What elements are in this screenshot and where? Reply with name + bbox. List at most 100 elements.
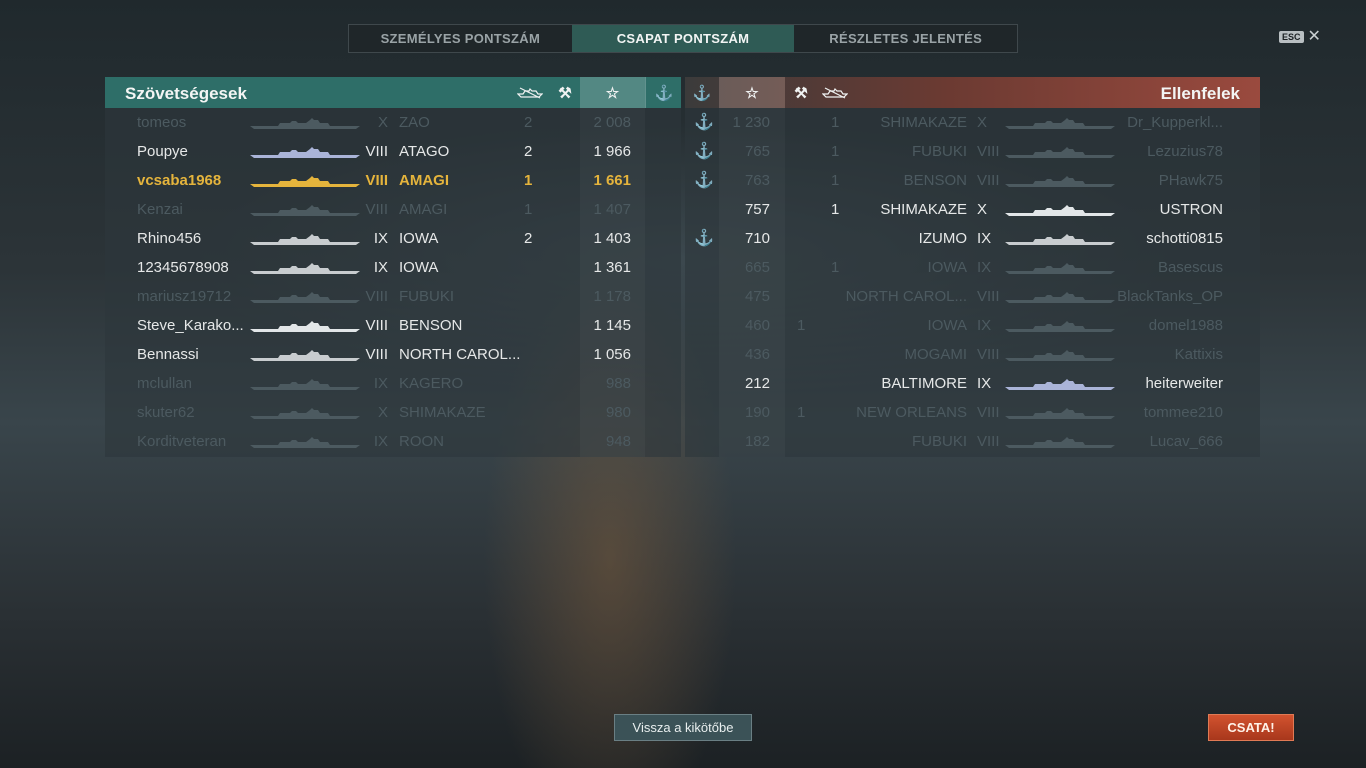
- table-row[interactable]: vcsaba1968 VIII AMAGI 1 1 661: [105, 166, 681, 195]
- table-row[interactable]: ⚓ 763 1 BENSON VIII PHawk75: [685, 166, 1260, 195]
- player-name: 12345678908: [137, 259, 229, 276]
- table-row[interactable]: skuter62 X SHIMAKAZE 980: [105, 398, 681, 427]
- planes-count: 1: [797, 317, 806, 334]
- table-row[interactable]: Poupye VIII ATAGO 2 1 966: [105, 137, 681, 166]
- crossed-tools-icon[interactable]: ⚒: [785, 77, 817, 108]
- anchor-icon[interactable]: ⚓: [645, 77, 682, 108]
- score-value: 1 403: [593, 230, 631, 247]
- table-row[interactable]: 190 1 NEW ORLEANS VIII tommee210: [685, 398, 1260, 427]
- battle-button[interactable]: CSATA!: [1208, 714, 1294, 741]
- ship-tier: IX: [977, 259, 992, 276]
- ship-name: ATAGO: [399, 143, 450, 160]
- anchor-icon[interactable]: ⚓: [685, 77, 719, 108]
- player-name: Basescus: [1157, 259, 1223, 276]
- table-row[interactable]: 182 FUBUKI VIII Lucav_666: [685, 427, 1260, 456]
- ship-tier: IX: [977, 375, 992, 392]
- ship-silhouette-icon: [1000, 175, 1120, 187]
- table-row[interactable]: mariusz19712 VIII FUBUKI 1 178: [105, 282, 681, 311]
- tab-team-score[interactable]: CSAPAT PONTSZÁM: [571, 25, 795, 52]
- back-to-port-button[interactable]: Vissza a kikötőbe: [614, 714, 752, 741]
- star-icon[interactable]: ☆: [580, 77, 645, 108]
- star-icon[interactable]: ☆: [719, 77, 785, 108]
- ship-tier: VIII: [365, 346, 388, 363]
- ship-silhouette-icon: [1000, 146, 1120, 158]
- ship-name: IOWA: [399, 259, 439, 276]
- ship-silhouette-icon: [245, 349, 365, 361]
- ship-tier: IX: [977, 317, 992, 334]
- kills-count: 1: [831, 172, 840, 189]
- anchor-icon: ⚓: [694, 230, 714, 247]
- player-name: vcsaba1968: [137, 172, 222, 189]
- allies-panel: Szövetségesek ⚒ ☆ ⚓ tomeos X ZAO 2 2 008 Poup…: [105, 77, 681, 457]
- player-name: Steve_Karako...: [137, 317, 244, 334]
- player-name: schotti0815: [1146, 230, 1223, 247]
- player-name: domel1988: [1148, 317, 1223, 334]
- ship-name: KAGERO: [399, 375, 464, 392]
- table-row[interactable]: ⚓ 1 230 1 SHIMAKAZE X Dr_Kupperkl...: [685, 108, 1260, 137]
- table-row[interactable]: tomeos X ZAO 2 2 008: [105, 108, 681, 137]
- table-row[interactable]: mclullan IX KAGERO 988: [105, 369, 681, 398]
- score-value: 1 661: [593, 172, 631, 189]
- player-name: Lezuzius78: [1147, 143, 1223, 160]
- ship-silhouette-icon: [245, 378, 365, 390]
- table-row[interactable]: 12345678908 IX IOWA 1 361: [105, 253, 681, 282]
- score-value: 765: [744, 143, 770, 160]
- score-value: 460: [744, 317, 770, 334]
- ship-silhouette-icon: [1000, 291, 1120, 303]
- enemies-panel: ⚓ ☆ ⚒ Ellenfelek ⚓ 1 230 1 SHIMAKAZE X Dr_Kup…: [685, 77, 1260, 457]
- ship-tier: VIII: [977, 172, 1000, 189]
- table-row[interactable]: 665 1 IOWA IX Basescus: [685, 253, 1260, 282]
- player-name: USTRON: [1159, 201, 1223, 218]
- table-row[interactable]: Steve_Karako... VIII BENSON 1 145: [105, 311, 681, 340]
- table-row[interactable]: 436 MOGAMI VIII Kattixis: [685, 340, 1260, 369]
- ship-tier: VIII: [365, 201, 388, 218]
- table-row[interactable]: 212 BALTIMORE IX heiterweiter: [685, 369, 1260, 398]
- player-name: Rhino456: [137, 230, 202, 247]
- score-value: 182: [744, 433, 770, 450]
- score-value: 1 230: [732, 114, 770, 131]
- player-name: Korditveteran: [137, 433, 227, 450]
- ship-name: BALTIMORE: [881, 375, 967, 392]
- table-row[interactable]: Korditveteran IX ROON 948: [105, 427, 681, 456]
- kills-count: 1: [831, 201, 840, 218]
- tab-detailed-report[interactable]: RÉSZLETES JELENTÉS: [794, 25, 1017, 52]
- score-value: 436: [744, 346, 770, 363]
- ship-tier: IX: [373, 259, 388, 276]
- player-name: Dr_Kupperkl...: [1127, 114, 1223, 131]
- table-row[interactable]: 757 1 SHIMAKAZE X USTRON: [685, 195, 1260, 224]
- table-row[interactable]: 460 1 IOWA IX domel1988: [685, 311, 1260, 340]
- ship-silhouette-icon: [1000, 117, 1120, 129]
- ship-destroyed-icon[interactable]: [510, 77, 550, 108]
- close-button[interactable]: ESC ✕: [1279, 29, 1321, 45]
- table-row[interactable]: Rhino456 IX IOWA 2 1 403: [105, 224, 681, 253]
- table-row[interactable]: ⚓ 710 IZUMO IX schotti0815: [685, 224, 1260, 253]
- score-value: 2 008: [593, 114, 631, 131]
- ship-silhouette-icon: [245, 146, 365, 158]
- ship-silhouette-icon: [1000, 407, 1120, 419]
- score-value: 757: [744, 201, 770, 218]
- kills-count: 1: [831, 259, 840, 276]
- score-tabs: SZEMÉLYES PONTSZÁM CSAPAT PONTSZÁM RÉSZL…: [348, 24, 1018, 53]
- crossed-tools-icon[interactable]: ⚒: [550, 77, 580, 108]
- table-row[interactable]: ⚓ 765 1 FUBUKI VIII Lezuzius78: [685, 137, 1260, 166]
- kills-count: 1: [831, 143, 840, 160]
- ship-name: AMAGI: [399, 172, 449, 189]
- allies-title: Szövetségesek: [125, 84, 247, 103]
- ship-name: MOGAMI: [904, 346, 968, 363]
- score-value: 665: [744, 259, 770, 276]
- ship-tier: X: [977, 114, 988, 131]
- table-row[interactable]: Kenzai VIII AMAGI 1 1 407: [105, 195, 681, 224]
- table-row[interactable]: 475 NORTH CAROL... VIII BlackTanks_OP: [685, 282, 1260, 311]
- table-row[interactable]: Bennassi VIII NORTH CAROL... 1 056: [105, 340, 681, 369]
- ship-destroyed-icon[interactable]: [817, 77, 853, 108]
- ship-name: SHIMAKAZE: [399, 404, 486, 421]
- ship-name: SHIMAKAZE: [880, 201, 967, 218]
- ship-name: ZAO: [399, 114, 430, 131]
- ship-tier: IX: [373, 433, 388, 450]
- ship-tier: X: [977, 201, 988, 218]
- ship-silhouette-icon: [1000, 436, 1120, 448]
- ship-silhouette-icon: [245, 117, 365, 129]
- esc-key-label: ESC: [1279, 31, 1304, 43]
- tab-personal-score[interactable]: SZEMÉLYES PONTSZÁM: [349, 25, 572, 52]
- kills-count: 1: [524, 201, 533, 218]
